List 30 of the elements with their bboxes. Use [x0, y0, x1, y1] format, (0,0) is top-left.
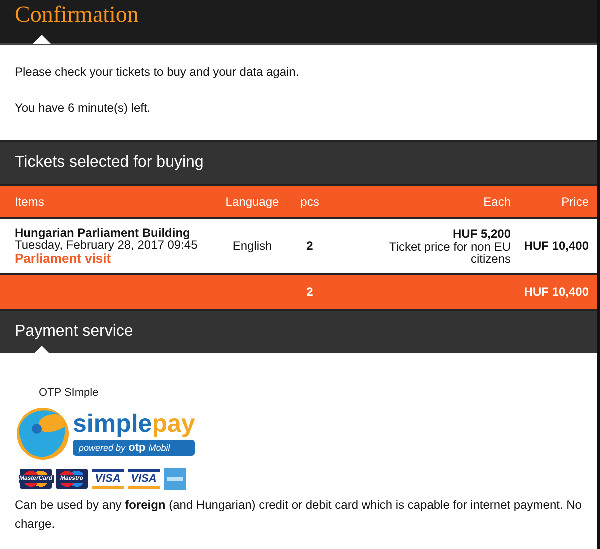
- table-cell-text: 2: [306, 239, 314, 253]
- card-logo: VISA: [128, 469, 160, 489]
- item-date: Tuesday, February 28, 2017 09:45: [15, 238, 199, 250]
- card-logo: VISA: [92, 469, 124, 489]
- price-note: Ticket price for non EU citizens: [388, 241, 511, 265]
- table-cell-text: English: [232, 239, 274, 253]
- total-pcs: 2: [306, 285, 314, 299]
- column-header: Price: [560, 194, 589, 208]
- section-title: Payment service: [15, 323, 134, 341]
- total-price: HUF 10,400: [523, 285, 589, 299]
- item-visit: Parliament visit: [15, 250, 112, 266]
- column-header: Each: [482, 194, 511, 208]
- intro-text: You have 6 minute(s) left.: [15, 101, 152, 115]
- column-header: Items: [15, 194, 46, 208]
- brand-wordmark: simplepay: [73, 410, 196, 438]
- intro-text: Please check your tickets to buy and your data again.: [15, 65, 300, 79]
- swirl-logo-icon: [15, 405, 71, 461]
- provider-name: OTP SImple: [38, 387, 100, 399]
- pointer-notch-icon: [33, 346, 51, 355]
- column-header: Language: [224, 194, 280, 208]
- payment-note: Can be used by any foreign (and Hungarian) credit or debit card which is capable for internet payment. No charge.: [15, 497, 582, 533]
- powered-badge: powered by otp Mobil: [73, 440, 196, 456]
- card-logo-icon: [164, 468, 186, 490]
- pointer-notch-icon: [33, 35, 51, 44]
- table-cell-text: HUF 10,400: [523, 239, 589, 253]
- section-title: Tickets selected for buying: [15, 154, 204, 172]
- column-header: pcs: [300, 194, 320, 208]
- item-name: Hungarian Parliament Building: [15, 226, 192, 238]
- unit-price: HUF 5,200: [452, 227, 511, 241]
- page-title: Confirmation: [14, 1, 140, 28]
